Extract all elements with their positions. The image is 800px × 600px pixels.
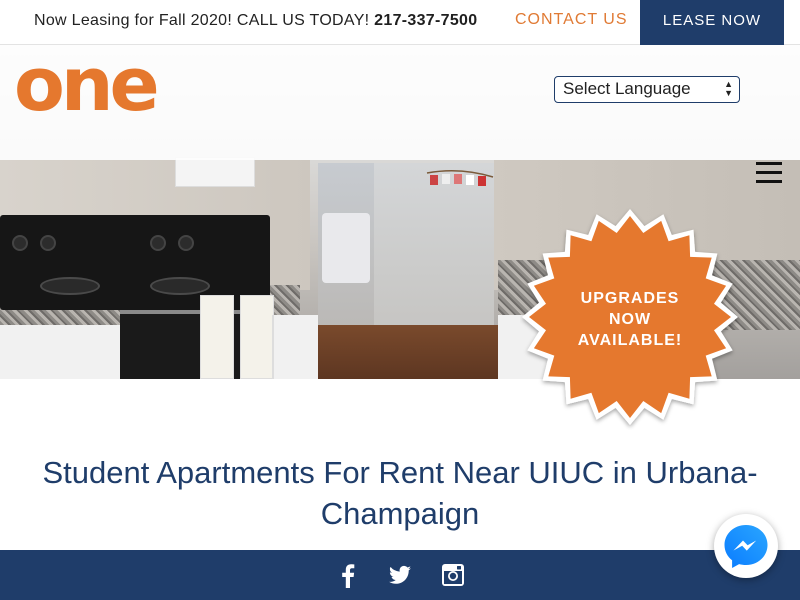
stove-burner bbox=[40, 277, 100, 295]
stove-knob bbox=[150, 235, 166, 251]
social-footer-bar bbox=[0, 550, 800, 600]
facebook-icon[interactable] bbox=[335, 562, 361, 588]
leasing-text: Now Leasing for Fall 2020! CALL US TODAY… bbox=[34, 12, 375, 29]
hero-wood-floor bbox=[318, 325, 518, 379]
language-select-value: Select Language bbox=[563, 79, 691, 98]
hero-towel bbox=[240, 295, 274, 379]
headline-line-2: Champaign bbox=[320, 496, 480, 531]
hero-upper-cabinet bbox=[175, 157, 255, 187]
brand-logo[interactable]: one bbox=[14, 48, 160, 122]
hero-bedroom-bed bbox=[322, 213, 370, 283]
hamburger-menu-icon[interactable] bbox=[756, 162, 782, 184]
badge-line-1: UPGRADES bbox=[580, 290, 680, 307]
page-headline: Student Apartments For Rent Near UIUC in… bbox=[0, 452, 800, 534]
messenger-icon bbox=[724, 525, 768, 568]
twitter-icon[interactable] bbox=[387, 562, 413, 588]
select-arrows-icon: ▲ ▼ bbox=[724, 79, 733, 98]
hero-towel bbox=[200, 295, 234, 379]
stove-burner bbox=[150, 277, 210, 295]
stove-knob bbox=[178, 235, 194, 251]
contact-us-link[interactable]: CONTACT US bbox=[515, 11, 628, 29]
hero-cabinet-middle bbox=[272, 315, 318, 379]
badge-line-3: AVAILABLE! bbox=[577, 332, 683, 349]
messenger-chat-button[interactable] bbox=[714, 514, 778, 578]
phone-link[interactable]: 217-337-7500 bbox=[374, 12, 477, 29]
badge-line-2: NOW bbox=[608, 311, 652, 328]
stove-knob bbox=[40, 235, 56, 251]
language-select[interactable]: Select Language ▲ ▼ bbox=[554, 76, 740, 103]
hero-lower-cabinet bbox=[0, 325, 120, 379]
lease-now-button[interactable]: LEASE NOW bbox=[640, 0, 784, 45]
top-bar: Now Leasing for Fall 2020! CALL US TODAY… bbox=[0, 0, 800, 45]
instagram-icon[interactable] bbox=[440, 562, 466, 588]
hero-photo-strip bbox=[426, 170, 494, 186]
stove-knob bbox=[12, 235, 28, 251]
leasing-announcement: Now Leasing for Fall 2020! CALL US TODAY… bbox=[34, 12, 477, 30]
upgrades-badge-text[interactable]: UPGRADES NOW AVAILABLE! bbox=[546, 288, 714, 351]
headline-line-1: Student Apartments For Rent Near UIUC in… bbox=[42, 455, 758, 490]
